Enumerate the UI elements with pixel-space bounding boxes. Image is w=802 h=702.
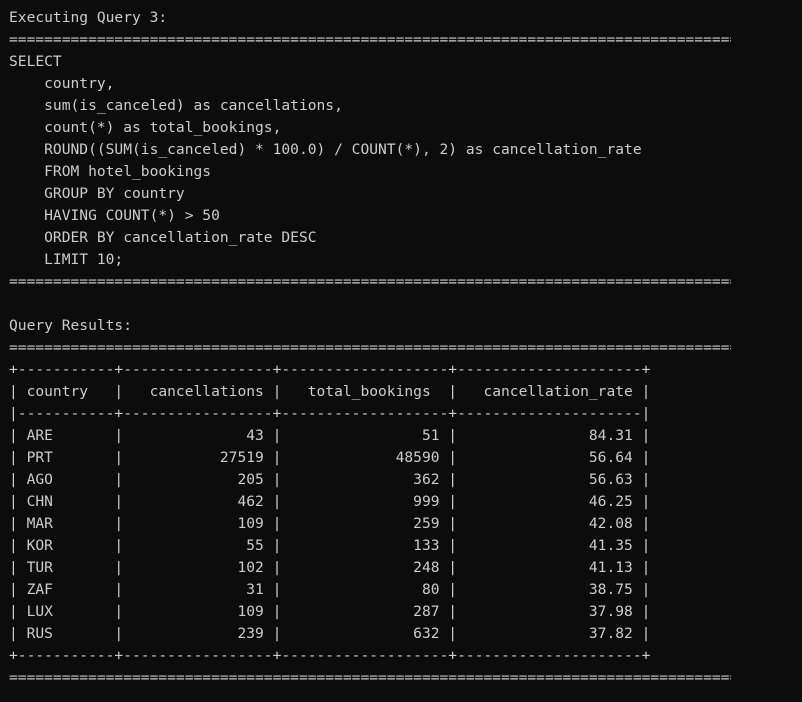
table-row: | MAR | 109 | 259 | 42.08 | xyxy=(9,515,651,532)
sql-line: country, xyxy=(9,75,115,92)
sql-line: HAVING COUNT(*) > 50 xyxy=(9,207,220,224)
table-header-divider: |-----------+-----------------+---------… xyxy=(9,405,651,422)
separator-after-sql: ========================================… xyxy=(9,273,731,290)
table-row: | PRT | 27519 | 48590 | 56.64 | xyxy=(9,449,651,466)
sql-line: count(*) as total_bookings, xyxy=(9,119,282,136)
sql-line: FROM hotel_bookings xyxy=(9,163,212,180)
table-row: | TUR | 102 | 248 | 41.13 | xyxy=(9,559,651,576)
table-row: | AGO | 205 | 362 | 56.63 | xyxy=(9,471,651,488)
table-row: | LUX | 109 | 287 | 37.98 | xyxy=(9,603,651,620)
query-header: Executing Query 3: xyxy=(9,9,168,26)
table-border-top: +-----------+-----------------+---------… xyxy=(9,361,651,378)
table-border-bottom: +-----------+-----------------+---------… xyxy=(9,647,651,664)
table-row: | ZAF | 31 | 80 | 38.75 | xyxy=(9,581,651,598)
terminal-window: { "header": "Executing Query 3:", "separ… xyxy=(0,0,802,702)
results-label: Query Results: xyxy=(9,317,133,334)
sql-line: sum(is_canceled) as cancellations, xyxy=(9,97,343,114)
sql-line: ROUND((SUM(is_canceled) * 100.0) / COUNT… xyxy=(9,141,642,158)
sql-line: SELECT xyxy=(9,53,62,70)
table-row: | ARE | 43 | 51 | 84.31 | xyxy=(9,427,651,444)
table-row: | KOR | 55 | 133 | 41.35 | xyxy=(9,537,651,554)
table-row: | RUS | 239 | 632 | 37.82 | xyxy=(9,625,651,642)
sql-line: ORDER BY cancellation_rate DESC xyxy=(9,229,317,246)
table-row: | CHN | 462 | 999 | 46.25 | xyxy=(9,493,651,510)
sql-line: GROUP BY country xyxy=(9,185,185,202)
sql-line: LIMIT 10; xyxy=(9,251,124,268)
separator-bottom: ========================================… xyxy=(9,669,731,686)
table-header-row: | country | cancellations | total_bookin… xyxy=(9,383,651,400)
separator-top: ========================================… xyxy=(9,31,731,48)
separator-results: ========================================… xyxy=(9,339,731,356)
